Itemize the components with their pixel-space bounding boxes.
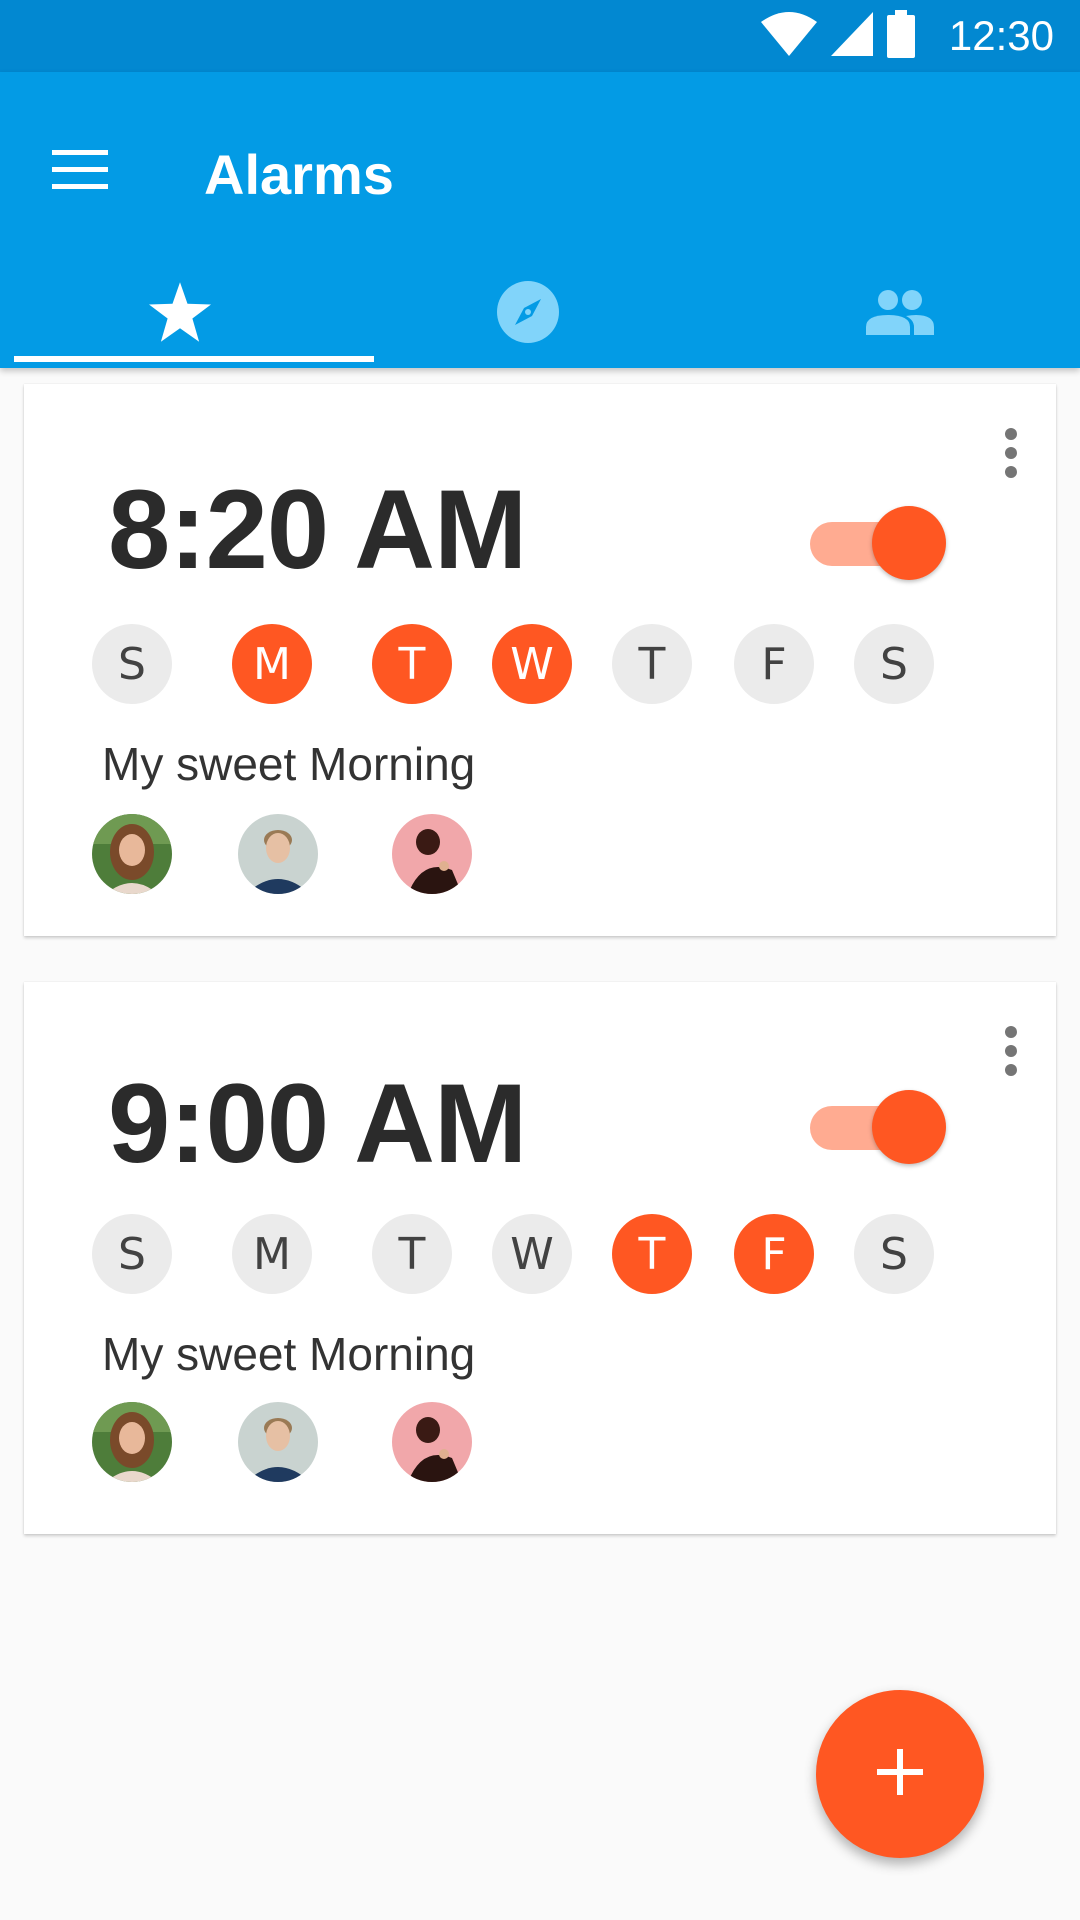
day-saturday[interactable]: S bbox=[854, 624, 934, 704]
day-wednesday[interactable]: W bbox=[492, 1214, 572, 1294]
status-bar: 12:30 bbox=[0, 0, 1080, 72]
more-options-button[interactable] bbox=[988, 420, 1034, 486]
tab-people[interactable] bbox=[720, 260, 1080, 368]
app-bar: Alarms bbox=[0, 72, 1080, 368]
avatar[interactable] bbox=[392, 1402, 472, 1482]
day-thursday[interactable]: T bbox=[612, 1214, 692, 1294]
avatar[interactable] bbox=[238, 814, 318, 894]
avatar[interactable] bbox=[238, 1402, 318, 1482]
plus-icon bbox=[877, 1748, 923, 1800]
day-friday[interactable]: F bbox=[734, 624, 814, 704]
day-monday[interactable]: M bbox=[232, 1214, 312, 1294]
day-thursday[interactable]: T bbox=[612, 624, 692, 704]
menu-icon bbox=[52, 149, 108, 195]
alarm-label[interactable]: My sweet Morning bbox=[102, 734, 475, 794]
avatar[interactable] bbox=[92, 814, 172, 894]
people-icon bbox=[866, 289, 934, 340]
page-title: Alarms bbox=[204, 143, 394, 206]
alarm-time[interactable]: 9:00 AM bbox=[108, 1064, 527, 1184]
alarm-card[interactable]: 8:20 AM S M T W T F S My sweet Morning bbox=[24, 384, 1056, 936]
more-vert-icon bbox=[1005, 1026, 1017, 1038]
add-alarm-button[interactable] bbox=[816, 1690, 984, 1858]
compass-icon bbox=[497, 280, 559, 348]
day-sunday[interactable]: S bbox=[92, 1214, 172, 1294]
toggle-thumb bbox=[872, 506, 946, 580]
day-monday[interactable]: M bbox=[232, 624, 312, 704]
alarm-label[interactable]: My sweet Morning bbox=[102, 1324, 475, 1384]
status-time: 12:30 bbox=[948, 12, 1054, 59]
alarm-toggle[interactable] bbox=[810, 506, 946, 580]
tab-favorites[interactable] bbox=[0, 260, 360, 368]
toggle-thumb bbox=[872, 1090, 946, 1164]
day-tuesday[interactable]: T bbox=[372, 1214, 452, 1294]
day-saturday[interactable]: S bbox=[854, 1214, 934, 1294]
alarm-time[interactable]: 8:20 AM bbox=[108, 470, 527, 590]
tab-indicator bbox=[14, 356, 374, 362]
tab-explore[interactable] bbox=[348, 260, 708, 368]
avatar[interactable] bbox=[392, 814, 472, 894]
status-icons: 12:30 bbox=[760, 9, 1054, 63]
day-tuesday[interactable]: T bbox=[372, 624, 452, 704]
more-vert-icon bbox=[1005, 428, 1017, 440]
star-icon bbox=[149, 281, 211, 347]
day-friday[interactable]: F bbox=[734, 1214, 814, 1294]
cell-signal-icon bbox=[830, 11, 873, 61]
day-wednesday[interactable]: W bbox=[492, 624, 572, 704]
alarm-toggle[interactable] bbox=[810, 1090, 946, 1164]
day-sunday[interactable]: S bbox=[92, 624, 172, 704]
menu-button[interactable] bbox=[40, 132, 120, 212]
alarm-card[interactable]: 9:00 AM S M T W T F S My sweet Morning bbox=[24, 982, 1056, 1534]
wifi-icon bbox=[760, 11, 817, 61]
avatar[interactable] bbox=[92, 1402, 172, 1482]
more-options-button[interactable] bbox=[988, 1018, 1034, 1084]
battery-icon bbox=[886, 9, 915, 63]
